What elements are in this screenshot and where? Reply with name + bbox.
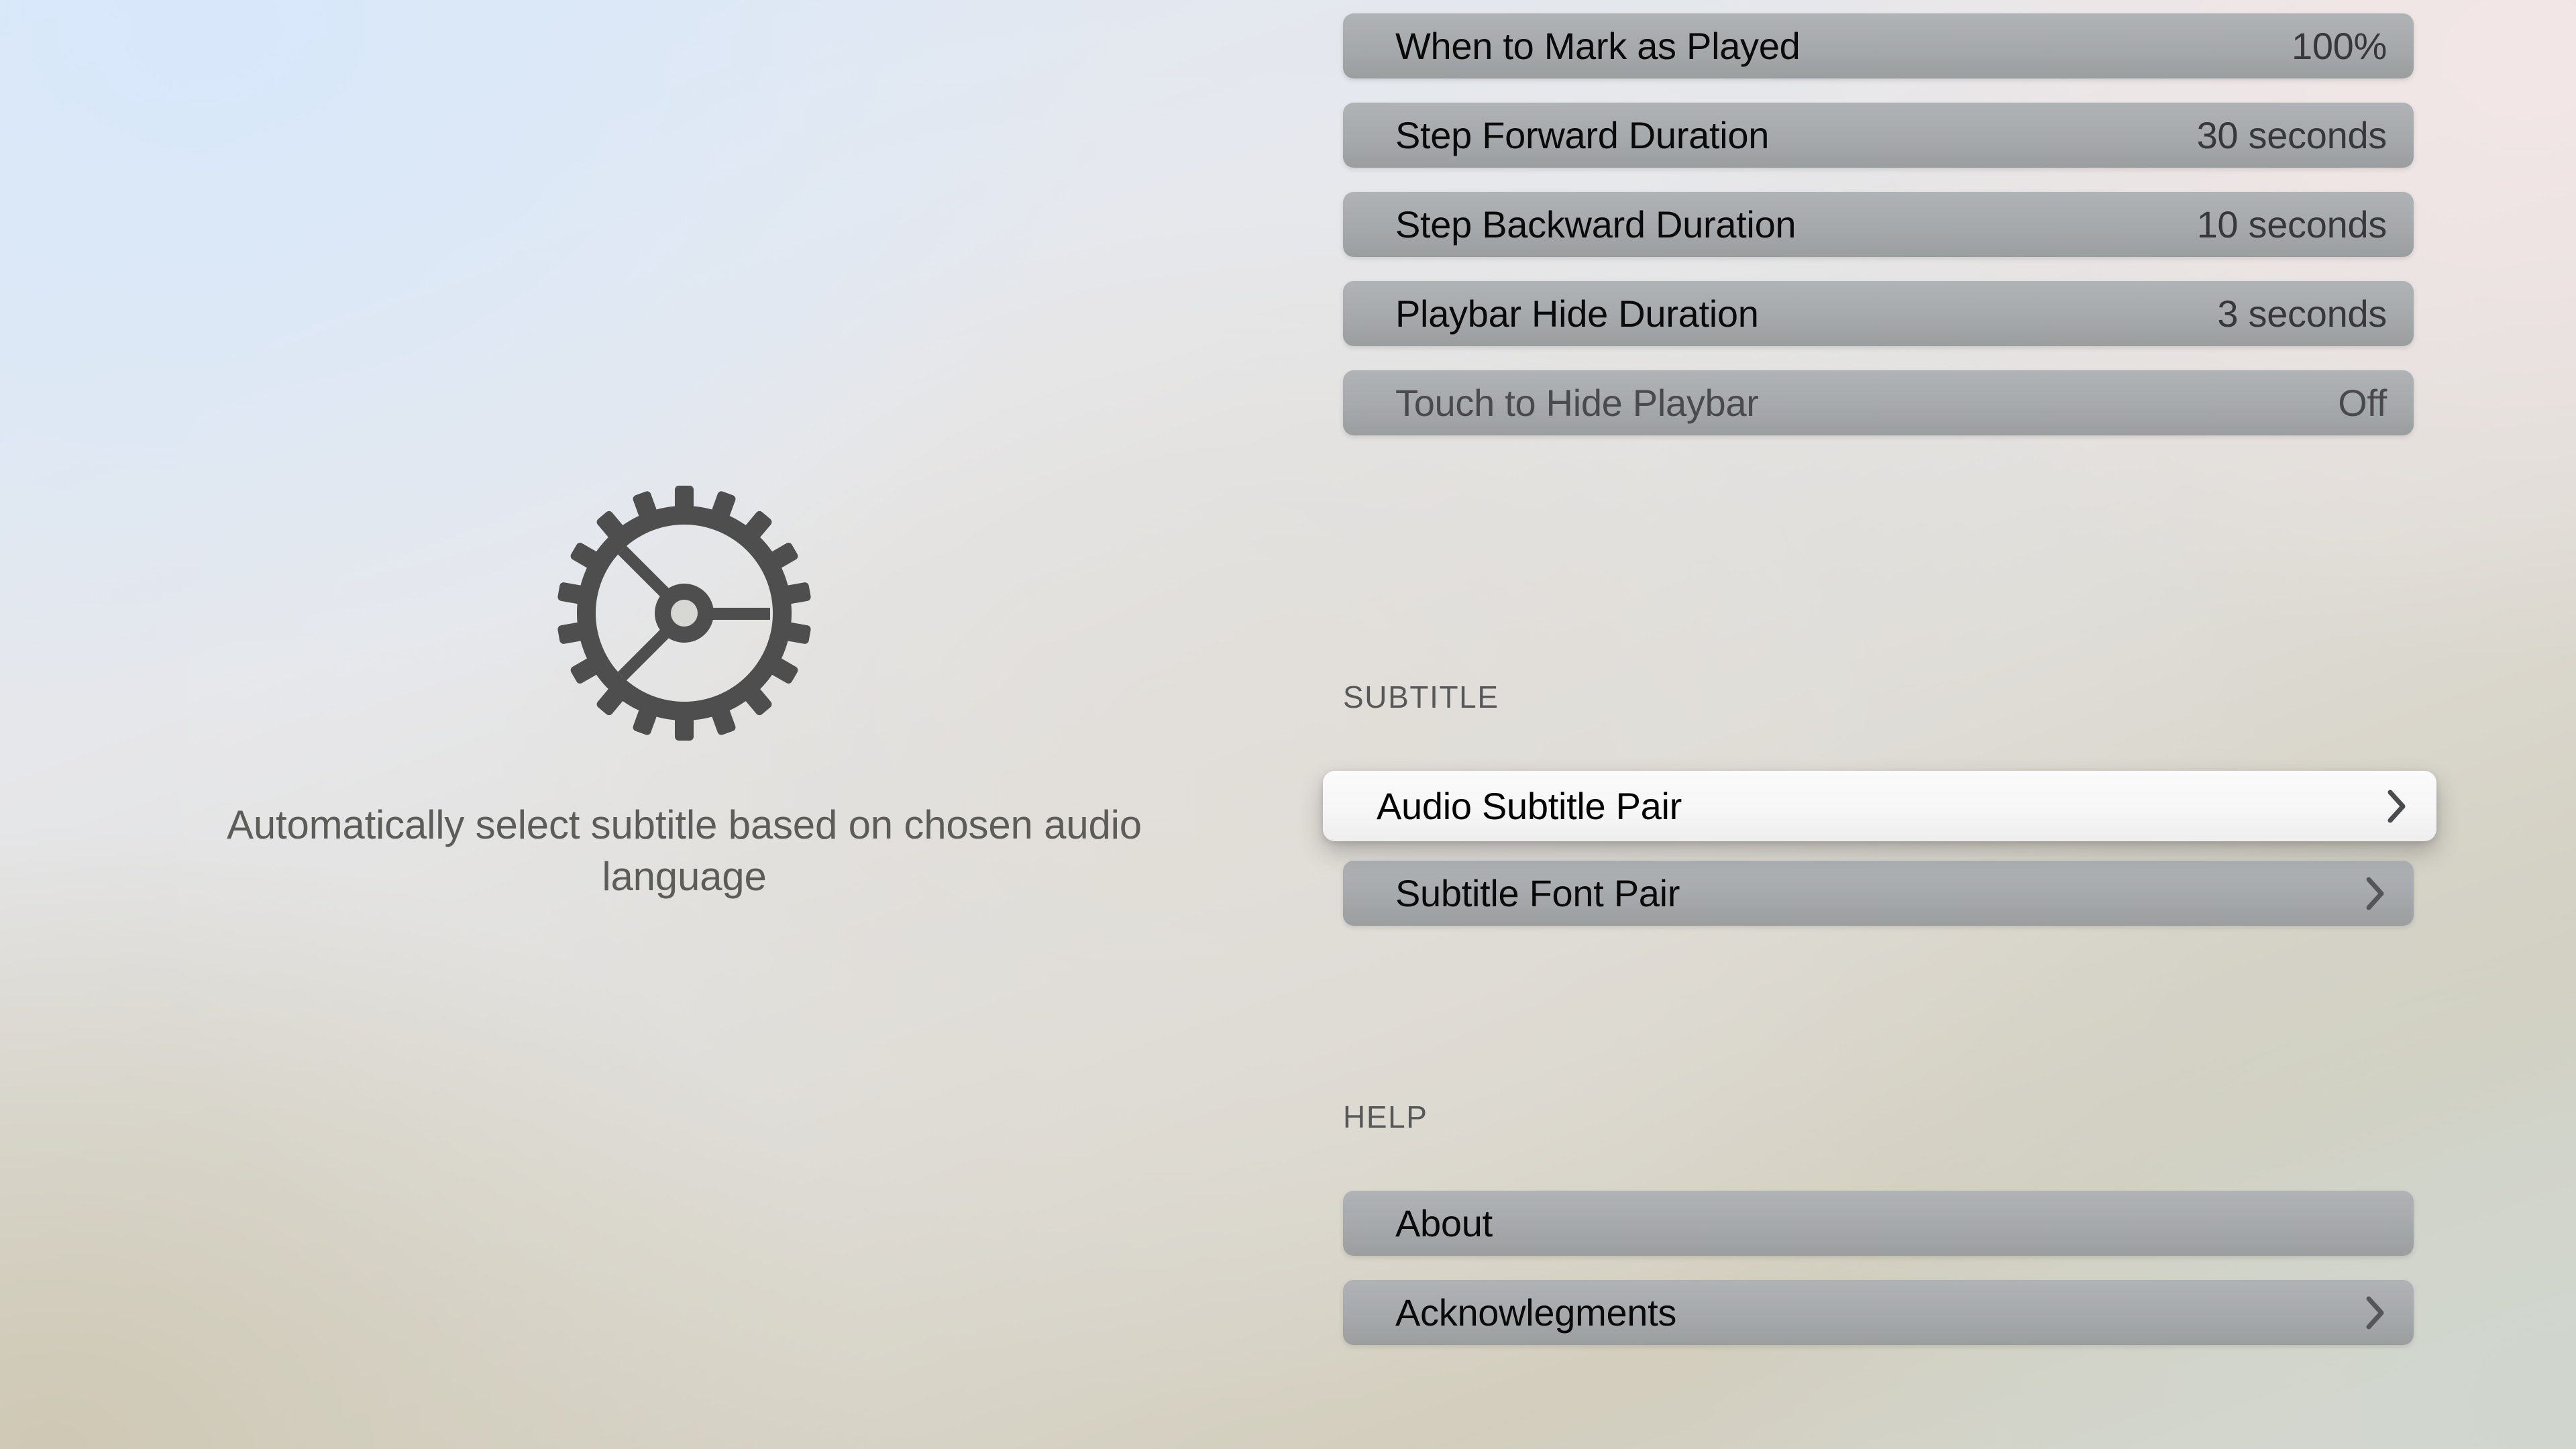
row-label: Subtitle Font Pair xyxy=(1395,872,1680,914)
chevron-right-icon xyxy=(2366,877,2384,910)
row-label: Acknowlegments xyxy=(1395,1291,1677,1334)
settings-row[interactable]: Subtitle Font Pair xyxy=(1343,861,2414,926)
row-label: Step Forward Duration xyxy=(1395,114,1770,156)
settings-row[interactable]: Touch to Hide Playbar Off xyxy=(1343,370,2414,435)
detail-description: Automatically select subtitle based on c… xyxy=(227,802,1142,899)
row-value: 10 seconds xyxy=(2196,203,2387,246)
row-label: About xyxy=(1395,1202,1493,1244)
detail-pane: Automatically select subtitle based on c… xyxy=(0,0,1368,1449)
settings-list[interactable]: When to Mark as Played 100% Step Forward D… xyxy=(1323,0,2436,1449)
settings-row[interactable]: Audio Subtitle Pair xyxy=(1323,771,2436,841)
row-value: 3 seconds xyxy=(2217,292,2387,335)
row-value: Off xyxy=(2338,382,2387,424)
row-value: 100% xyxy=(2291,25,2387,67)
row-label: Audio Subtitle Pair xyxy=(1377,785,1682,827)
row-label: Touch to Hide Playbar xyxy=(1395,382,1759,424)
row-value: 30 seconds xyxy=(2196,114,2387,156)
row-label: Step Backward Duration xyxy=(1395,203,1796,246)
row-label: Playbar Hide Duration xyxy=(1395,292,1759,335)
settings-row[interactable]: Playbar Hide Duration 3 seconds xyxy=(1343,281,2414,346)
chevron-right-icon xyxy=(2387,790,2406,822)
section-header: SUBTITLE xyxy=(1343,680,1499,714)
chevron-right-icon xyxy=(2366,1296,2384,1329)
row-label: When to Mark as Played xyxy=(1395,25,1801,67)
settings-row[interactable]: Step Forward Duration 30 seconds xyxy=(1343,103,2414,168)
settings-row[interactable]: About xyxy=(1343,1191,2414,1256)
section-header: HELP xyxy=(1343,1099,1428,1134)
settings-row[interactable]: Acknowlegments xyxy=(1343,1280,2414,1345)
gear-icon xyxy=(557,486,811,741)
settings-row[interactable]: Step Backward Duration 10 seconds xyxy=(1343,192,2414,257)
settings-row[interactable]: When to Mark as Played 100% xyxy=(1343,13,2414,78)
